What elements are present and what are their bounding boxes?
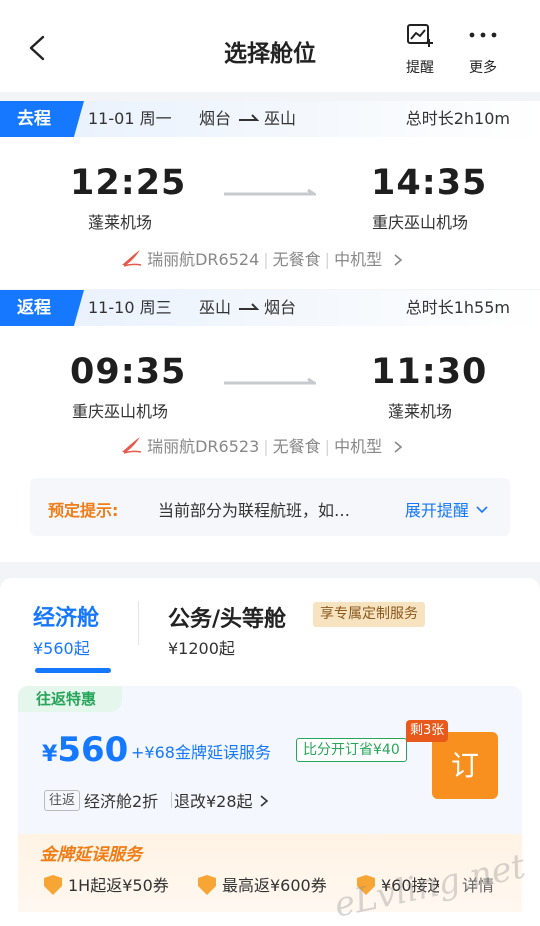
notice-label: 预定提示: <box>48 501 119 520</box>
arrival-airport: 重庆巫山机场 <box>371 213 468 232</box>
vip-service-badge: 享专属定制服务 <box>313 602 425 627</box>
departure-time: 12:25 <box>70 163 187 203</box>
delay-service-addon[interactable]: +¥68金牌延误服务 <box>131 739 271 763</box>
airline-info: 瑞丽航DR6523 | 无餐食 | 中机型 <box>120 433 405 457</box>
booking-notice: 预定提示: 当前部分为联程航班，如… 展开提醒 <box>30 478 510 536</box>
from-city: 烟台 <box>199 109 232 128</box>
airline-logo-icon <box>122 250 142 267</box>
departure-airport: 蓬莱机场 <box>87 213 152 232</box>
expand-notice-button[interactable]: 展开提醒 <box>405 497 488 521</box>
to-city: 烟台 <box>264 298 297 317</box>
return-flight-card[interactable]: 返程 11-10 周三 巫山 烟台 总时长1h55m 09:35 重庆巫山机场 … <box>0 290 540 468</box>
expand-label: 展开提醒 <box>404 501 469 520</box>
chevron-right-icon <box>394 254 403 266</box>
aircraft-size: 中机型 <box>334 250 383 269</box>
cabin-discount: 经济舱2折 <box>84 792 159 811</box>
outbound-tag: 去程 <box>0 101 84 137</box>
gold-service-title: 金牌延误服务 <box>40 845 142 865</box>
remind-button[interactable]: 提醒 <box>396 22 444 77</box>
flight-date: 11-10 周三 <box>88 298 172 317</box>
price-value: 560 <box>57 730 129 770</box>
fare-price: ¥560 <box>42 730 128 770</box>
arrival-airport: 蓬莱机场 <box>387 402 452 421</box>
remind-label: 提醒 <box>406 60 434 76</box>
more-label: 更多 <box>469 60 497 76</box>
economy-price: ¥560起 <box>33 639 90 658</box>
arrival-time: 11:30 <box>371 352 488 392</box>
flight-date: 11-01 周一 <box>88 109 172 128</box>
seats-left-badge: 剩3张 <box>406 720 449 742</box>
to-city: 巫山 <box>264 109 297 128</box>
chevron-right-icon <box>394 441 403 453</box>
tab-divider <box>138 601 139 645</box>
departure-time: 09:35 <box>70 352 187 392</box>
benefit-item: 1H起返¥50券 <box>44 872 169 896</box>
save-badge: 比分开订省¥40 <box>296 738 407 762</box>
flight-arrow-icon <box>224 189 316 196</box>
airline-info: 瑞丽航DR6524 | 无餐食 | 中机型 <box>120 246 405 270</box>
chart-alert-icon <box>407 24 433 47</box>
currency-symbol: ¥ <box>42 742 58 767</box>
active-tab-indicator <box>35 668 111 673</box>
total-duration: 总时长1h55m <box>405 298 510 317</box>
total-duration: 总时长2h10m <box>405 109 510 128</box>
outbound-flight-card[interactable]: 去程 11-01 周一 烟台 巫山 总时长2h10m 12:25 蓬莱机场 14… <box>0 101 540 289</box>
from-city: 巫山 <box>199 298 232 317</box>
flight-number: 瑞丽航DR6523 <box>147 437 260 456</box>
arrival-time: 14:35 <box>371 163 488 203</box>
roundtrip-badge: 往返 <box>44 790 81 811</box>
notice-text: 当前部分为联程航班，如… <box>158 501 351 520</box>
benefit-text: 1H起返¥50券 <box>68 876 169 895</box>
chevron-down-icon <box>476 506 488 514</box>
divider <box>171 792 172 808</box>
departure-airport: 重庆巫山机场 <box>71 402 168 421</box>
flight-number: 瑞丽航DR6524 <box>147 250 260 269</box>
shield-icon <box>44 875 62 895</box>
refund-policy-text: 退改¥28起 <box>174 792 253 811</box>
benefit-item: 最高返¥600券 <box>198 872 327 896</box>
more-dots-icon <box>469 32 497 38</box>
book-button[interactable]: 订 <box>432 732 498 799</box>
tab-business[interactable]: 公务/头等舱 <box>168 601 286 633</box>
chevron-right-icon <box>260 795 268 807</box>
business-price: ¥1200起 <box>168 639 235 658</box>
shield-icon <box>198 875 216 895</box>
roundtrip-deal-tag: 往返特惠 <box>18 686 122 712</box>
airline-logo-icon <box>122 437 142 454</box>
meal-info: 无餐食 <box>272 250 321 269</box>
refund-policy-link[interactable]: 退改¥28起 <box>174 788 270 812</box>
benefit-text: 最高返¥600券 <box>222 876 327 895</box>
route-arrow-icon <box>239 114 259 121</box>
meal-info: 无餐食 <box>272 437 321 456</box>
aircraft-size: 中机型 <box>334 437 383 456</box>
tab-economy[interactable]: 经济舱 <box>33 600 99 632</box>
flight-arrow-icon <box>224 378 316 385</box>
route-arrow-icon <box>239 303 259 310</box>
return-tag: 返程 <box>0 290 84 326</box>
more-button[interactable]: 更多 <box>459 22 507 77</box>
